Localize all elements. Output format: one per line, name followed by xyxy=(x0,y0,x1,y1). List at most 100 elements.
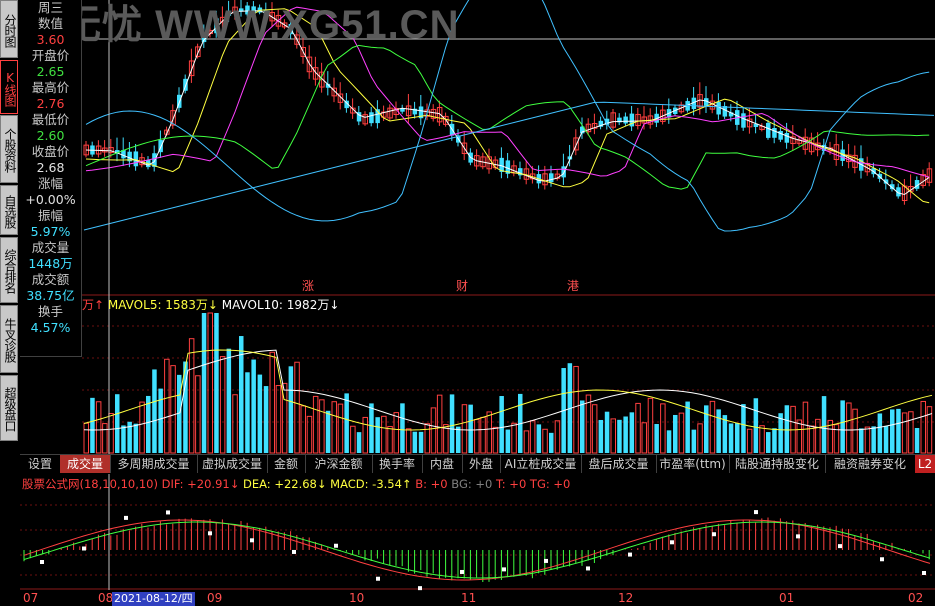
bottom-tab-2[interactable]: 多周期成交量 xyxy=(110,455,198,473)
price-mark-3: 港 xyxy=(567,279,580,293)
volume-bar-99 xyxy=(697,423,703,454)
volume-bar-3 xyxy=(102,423,108,454)
cursor-date-label: 2021-08-12/四 xyxy=(112,592,195,606)
volume-bar-37 xyxy=(312,395,319,454)
volume-bar-81 xyxy=(585,394,592,454)
tg-value: TG: +0 xyxy=(529,477,571,491)
volume-bar-113 xyxy=(784,405,790,453)
value-number: 3.60 xyxy=(36,32,65,47)
bottom-tab-3[interactable]: 虚拟成交量 xyxy=(197,455,268,473)
volume-bar-66 xyxy=(492,426,499,454)
candle-body-77 xyxy=(561,166,566,178)
bottom-tab-7[interactable]: 内盘 xyxy=(422,455,463,473)
date-label-0: 07 xyxy=(23,591,39,605)
left-tab-6[interactable]: 超级盘口 xyxy=(0,375,18,441)
volume-bar-80 xyxy=(580,400,585,453)
watermark: 股无忧 WWW.XG51.CN xyxy=(20,3,460,47)
volume-legend: 万↑ MAVOL5: 1583万↓ MAVOL10: 1982万↓ xyxy=(82,296,339,313)
volume-bar-57 xyxy=(436,394,443,454)
volume-bar-8 xyxy=(133,423,139,453)
volume-bar-34 xyxy=(294,361,300,454)
bottom-tab-14[interactable]: L2 xyxy=(915,455,935,473)
volume-bar-119 xyxy=(821,396,827,453)
macd-value: MACD: -3.54↑ xyxy=(330,477,412,491)
volume-bar-103 xyxy=(722,415,728,453)
volume-bar-44 xyxy=(356,432,362,453)
volume-bar-50 xyxy=(393,412,399,454)
volume-bar-88 xyxy=(629,412,635,453)
dea-value: DEA: +22.68↓ xyxy=(243,477,327,491)
volume-bar-116 xyxy=(802,401,809,454)
left-tab-4[interactable]: 综合排名 xyxy=(0,237,18,303)
volume-bar-90 xyxy=(641,422,647,454)
volume-bar-45 xyxy=(362,416,368,454)
volume-bar-25 xyxy=(239,336,244,453)
macd-formula-name[interactable]: 股票公式网(18,10,10,10) xyxy=(22,477,158,491)
mavol10-legend: MAVOL10: 1982万↓ xyxy=(221,298,340,312)
volume-bar-135 xyxy=(920,400,926,454)
volume-bars xyxy=(83,312,933,454)
volume-bar-26 xyxy=(245,372,250,453)
volume-bar-101 xyxy=(709,400,716,454)
bottom-tab-11[interactable]: 市盈率(ttm) xyxy=(656,455,730,473)
candle-body-46 xyxy=(369,112,374,124)
left-tab-0[interactable]: 分时图 xyxy=(0,0,18,58)
volume-bar-125 xyxy=(859,428,864,453)
bottom-tab-13[interactable]: 融资融券变化 xyxy=(825,455,916,473)
bottom-tab-10[interactable]: 盘后成交量 xyxy=(581,455,657,473)
bottom-tab-5[interactable]: 沪深金额 xyxy=(305,455,373,473)
left-tab-1[interactable]: K线图 xyxy=(0,60,18,114)
signal-marker-10 xyxy=(460,569,464,574)
volume-bar-95 xyxy=(673,414,678,453)
volume-bar-71 xyxy=(523,430,530,454)
volume-bar-130 xyxy=(890,409,895,453)
left-tab-5[interactable]: 牛叉诊股 xyxy=(0,305,18,373)
volume-legend-prefix: 万↑ xyxy=(82,298,105,312)
left-vertical-tabs: 分时图 K线图 个股资料自选股综合排名牛叉诊股超级盘口 xyxy=(0,0,19,606)
volume-bar-82 xyxy=(591,404,598,454)
left-tab-2[interactable]: 个股资料 xyxy=(0,115,18,183)
low-label: 最低价 xyxy=(31,112,70,127)
change-label: 涨幅 xyxy=(37,176,63,191)
volume-bar-63 xyxy=(474,419,480,454)
volume-bar-100 xyxy=(704,405,709,453)
signal-marker-7 xyxy=(334,543,338,548)
volume-bar-9 xyxy=(139,401,145,454)
volume-bar-24 xyxy=(232,394,238,454)
volume-bar-6 xyxy=(121,425,126,453)
volume-bar-79 xyxy=(573,365,579,454)
volume-bar-91 xyxy=(647,397,654,454)
indicator-tab-bar: 设置 成交量 多周期成交量 虚拟成交量 金额 沪深金额 换手率 内盘 外盘 AI立桩成交量 盘后成交… xyxy=(20,454,935,474)
date-label-1: 08 xyxy=(98,591,114,605)
candle-body-103 xyxy=(722,106,728,117)
bottom-tab-12[interactable]: 陆股通持股变化 xyxy=(729,455,826,473)
bottom-tab-0[interactable]: 设置 xyxy=(20,455,61,473)
signal-marker-1 xyxy=(82,546,86,551)
bottom-tab-4[interactable]: 金额 xyxy=(267,455,306,473)
volume-bar-133 xyxy=(908,411,914,454)
price-mark-1: 涨 xyxy=(302,279,315,293)
bottom-tab-6[interactable]: 换手率 xyxy=(372,455,423,473)
candle-body-106 xyxy=(741,113,746,128)
volume-bar-21 xyxy=(214,313,219,453)
volume-bar-106 xyxy=(741,404,746,453)
volume-bar-61 xyxy=(461,404,468,454)
bottom-tab-1[interactable]: 成交量 xyxy=(60,455,111,473)
signal-marker-19 xyxy=(838,544,842,549)
volume-bar-52 xyxy=(405,428,412,454)
b-value: B: +0 xyxy=(415,477,448,491)
volume-bar-53 xyxy=(412,431,418,453)
volume-bar-42 xyxy=(344,393,349,453)
signal-marker-13 xyxy=(586,566,590,571)
volume-bar-47 xyxy=(375,417,380,453)
bottom-tab-8[interactable]: 外盘 xyxy=(462,455,501,473)
signal-marker-4 xyxy=(208,531,212,536)
date-axis: 07 08 09 10 11 12 01 02 2021-08-12/四 xyxy=(20,590,935,606)
date-label-4: 11 xyxy=(461,591,477,605)
date-label-6: 01 xyxy=(779,591,795,605)
dif-value: DIF: +20.91↓ xyxy=(161,477,240,491)
bottom-tab-9[interactable]: AI立桩成交量 xyxy=(500,455,582,473)
volume-bar-89 xyxy=(635,402,641,454)
left-tab-3[interactable]: 自选股 xyxy=(0,185,18,235)
amplitude-label: 振幅 xyxy=(37,208,63,223)
